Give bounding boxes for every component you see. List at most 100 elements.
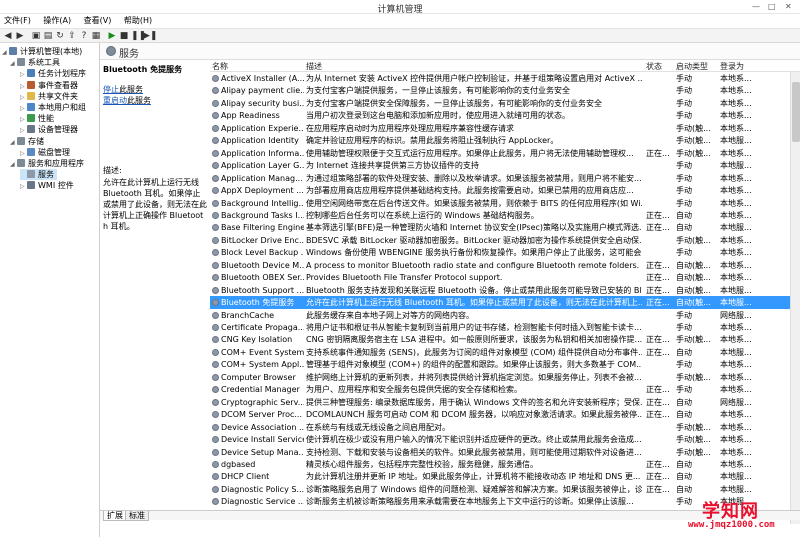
table-row[interactable]: dgbased 精灵核心组件服务，包括程序完整性校验，服务稳健，服务通信。 正在..… — [210, 458, 800, 470]
tools-icon — [17, 58, 25, 67]
table-row[interactable]: Alipay payment clie... 为支付宝客户端提供服务，一旦停止该服… — [210, 84, 800, 96]
scrollbar-thumb[interactable] — [792, 82, 800, 142]
tree-item[interactable]: ▷ 设备管理器 — [20, 124, 78, 135]
table-row[interactable]: Bluetooth Device M... A process to monito… — [210, 259, 800, 271]
table-row[interactable]: Block Level Backup ... Windows 备份使用 WBENG… — [210, 246, 800, 258]
minimize-button[interactable]: — — [752, 2, 760, 11]
restart-service-icon[interactable]: ▶❚ — [143, 31, 157, 41]
service-name: Background Tasks I... — [212, 210, 304, 221]
up-folder-icon[interactable]: ▣ — [31, 31, 41, 41]
show-hide-tree-icon[interactable]: ▤ — [43, 31, 53, 41]
table-row[interactable]: Cryptographic Serv... 提供三种管理服务: 编录数据库服务，用… — [210, 396, 800, 408]
table-row[interactable]: BitLocker Drive Enc... BDESVC 承载 BitLocke… — [210, 234, 800, 246]
expand-arrow-icon[interactable]: ▷ — [20, 181, 27, 192]
tree-item[interactable]: ▷ 本地用户和组 — [20, 102, 86, 113]
table-row[interactable]: CNG Key Isolation CNG 密钥隔离服务宿主在 LSA 进程中。如… — [210, 333, 800, 345]
tree-item[interactable]: ◢ 存储 — [10, 136, 44, 147]
table-row[interactable]: DCOM Server Proc... DCOMLAUNCH 服务可启动 COM … — [210, 408, 800, 420]
gear-icon — [212, 162, 219, 170]
table-row[interactable]: App Readiness 当用户初次登录到这台电脑和添加新应用时，使应用进入就绪… — [210, 109, 800, 121]
properties-icon[interactable]: ▦ — [91, 31, 101, 41]
export-icon[interactable]: ⇪ — [67, 31, 77, 41]
back-icon[interactable]: ◀ — [3, 31, 13, 41]
description-label: 描述: — [103, 166, 122, 175]
forward-icon[interactable]: ▶ — [15, 31, 25, 41]
table-row[interactable]: Bluetooth OBEX Ser... Provides Bluetooth … — [210, 271, 800, 283]
tree-item[interactable]: ▷ 事件查看器 — [20, 80, 78, 91]
collapse-arrow-icon[interactable]: ◢ — [10, 159, 17, 170]
column-description[interactable]: 描述 — [306, 61, 322, 72]
tree-item[interactable]: ◢ 服务和应用程序 — [10, 158, 84, 169]
table-row[interactable]: Bluetooth Support ... Bluetooth 服务支持发现和关联… — [210, 284, 800, 296]
tree-item[interactable]: ▷ 共享文件夹 — [20, 91, 78, 102]
gear-icon — [212, 336, 219, 344]
tree-item[interactable]: ▷ 磁盘管理 — [20, 147, 70, 158]
table-row[interactable]: Certificate Propaga... 将用户证书和根证书从智能卡复制到当前… — [210, 321, 800, 333]
refresh-icon[interactable]: ↻ — [55, 31, 65, 41]
table-row[interactable]: Computer Browser 维护网络上计算机的更新列表，并将列表提供给计算机… — [210, 371, 800, 383]
tree-item[interactable]: ▷ 任务计划程序 — [20, 68, 86, 79]
collapse-arrow-icon[interactable]: ◢ — [2, 47, 9, 58]
column-name[interactable]: 名称 — [212, 61, 228, 72]
table-row[interactable]: Diagnostic Policy S... 诊断策略服务启用了 Windows … — [210, 483, 800, 495]
menu-action[interactable]: 操作(A) — [43, 14, 71, 28]
menu-help[interactable]: 帮助(H) — [124, 14, 152, 28]
stop-service-link[interactable]: 停止此服务 — [103, 84, 143, 95]
column-logon-as[interactable]: 登录为 — [720, 61, 744, 72]
table-row[interactable]: BranchCache 此服务缓存来自本地子网上对等方的网络内容。 手动 网络服... — [210, 309, 800, 321]
stop-link-text[interactable]: 停止 — [103, 85, 119, 94]
table-row[interactable]: DHCP Client 为此计算机注册并更新 IP 地址。如果此服务停止，计算机将… — [210, 470, 800, 482]
tree-item[interactable]: ▷ WMI 控件 — [20, 180, 74, 191]
pause-service-icon[interactable]: ❚❚ — [131, 31, 146, 41]
tab-standard[interactable]: 标准 — [125, 511, 149, 521]
collapse-arrow-icon[interactable]: ◢ — [10, 58, 17, 69]
maximize-button[interactable]: □ — [768, 2, 776, 11]
tree-item[interactable]: ◢ 计算机管理(本地) — [2, 46, 82, 57]
service-startup-type: 自动 — [676, 210, 692, 220]
service-startup-type: 手动 — [676, 161, 692, 171]
table-row[interactable]: Background Intellig... 使用空闲网络带宽在后台传送文件。如果… — [210, 197, 800, 209]
restart-service-link[interactable]: 重启动此服务 — [103, 95, 151, 106]
table-row[interactable]: Device Install Service 使计算机在极少或没有用户输入的情况下… — [210, 433, 800, 445]
tab-extended[interactable]: 扩展 — [103, 511, 127, 521]
table-row[interactable]: Credential Manager 为用户、应用程序和安全服务包提供凭据的安全存… — [210, 383, 800, 395]
help-icon[interactable]: ? — [79, 31, 89, 41]
tree-item[interactable]: ◢ 系统工具 — [10, 57, 60, 68]
service-startup-type: 手动(触... — [676, 435, 711, 445]
service-logon-as: 本地系... — [720, 111, 752, 121]
table-row[interactable]: Application Experie... 在应用程序启动时为应用程序处理应用程… — [210, 122, 800, 134]
table-row[interactable]: Device Setup Mana... 支持检测、下载和安装与设备相关的软件。如… — [210, 446, 800, 458]
service-startup-type: 自动 — [676, 397, 692, 407]
table-row[interactable]: Alipay security busi... 为支付宝客户端提供安全保障服务，一… — [210, 97, 800, 109]
tree-item[interactable]: ▷ 性能 — [20, 113, 54, 124]
event-icon — [27, 80, 35, 89]
vertical-scrollbar[interactable] — [790, 72, 800, 524]
service-name-text: Credential Manager — [221, 385, 300, 395]
table-row[interactable]: COM+ System Appl... 管理基于组件对象模型 (COM+) 的组件… — [210, 358, 800, 370]
tree-item[interactable]: 服务 — [20, 169, 57, 181]
table-row[interactable]: Application Layer G... 为 Internet 连接共享提供第… — [210, 159, 800, 171]
stop-service-icon[interactable]: ■ — [119, 31, 129, 41]
menu-file[interactable]: 文件(F) — [4, 14, 31, 28]
close-button[interactable]: ✕ — [785, 2, 792, 11]
collapse-arrow-icon[interactable]: ◢ — [10, 137, 17, 148]
table-row[interactable]: COM+ Event System 支持系统事件通知服务 (SENS)，此服务为订… — [210, 346, 800, 358]
table-row[interactable]: Application Identity 确定并验证应用程序的标识。禁用此服务将阻… — [210, 134, 800, 146]
column-status[interactable]: 状态 — [646, 61, 662, 72]
table-row[interactable]: Application Manag... 为通过组策略部署的软件处理安装、删除以及… — [210, 172, 800, 184]
service-name-text: Background Tasks I... — [221, 210, 304, 220]
start-service-icon[interactable]: ▶ — [107, 31, 117, 41]
menu-view[interactable]: 查看(V) — [84, 14, 112, 28]
restart-link-text[interactable]: 重启动 — [103, 96, 127, 105]
column-startup-type[interactable]: 启动类型 — [676, 61, 708, 72]
table-row[interactable]: Device Association ... 在系统与有线或无线设备之间启用配对。… — [210, 421, 800, 433]
navigation-tree: ◢ 计算机管理(本地) ◢ 系统工具 ▷ 任务计划程序 ▷ 事件查看器 ▷ 共享文件夹 ▷ 本地用户和… — [0, 43, 100, 537]
table-row[interactable]: Application Informa... 使用辅助管理权限便于交互式运行应用程… — [210, 147, 800, 159]
services-apps-icon — [17, 159, 25, 167]
service-startup-type: 手动(触... — [676, 422, 711, 432]
table-row[interactable]: Background Tasks I... 控制哪些后台任务可以在系统上运行的 W… — [210, 209, 800, 221]
table-row[interactable]: Bluetooth 免提服务 允许在此计算机上运行无线 Bluetooth 耳机。… — [210, 296, 800, 309]
table-row[interactable]: ActiveX Installer (A... 为从 Internet 安装 Ac… — [210, 72, 800, 84]
table-row[interactable]: Base Filtering Engine 基本筛选引擎(BFE)是一种管理防火墙… — [210, 221, 800, 233]
table-row[interactable]: AppX Deployment ... 为部署应用商店应用程序提供基础结构支持。此… — [210, 184, 800, 196]
